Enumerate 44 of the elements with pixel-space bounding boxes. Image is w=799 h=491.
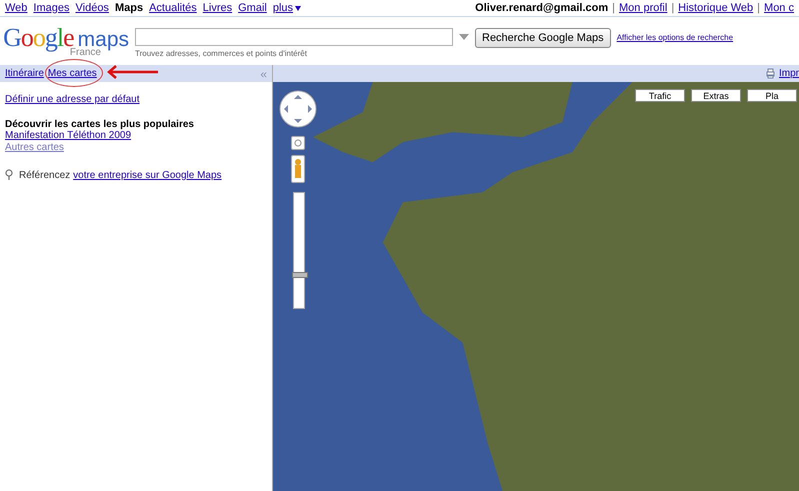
nav-link[interactable]: Gmail	[238, 2, 267, 14]
nav-link[interactable]: Maps	[114, 2, 144, 14]
business-link[interactable]: votre entreprise sur Google Maps	[73, 170, 222, 180]
annotation-circle	[45, 59, 103, 87]
print-link[interactable]: Impr	[779, 68, 799, 79]
search-field[interactable]	[135, 28, 453, 46]
dropdown-caret-icon[interactable]	[459, 34, 469, 40]
center-button[interactable]	[291, 136, 305, 150]
panel-tab[interactable]: Mes cartes	[48, 68, 97, 79]
search-options-link[interactable]: Afficher les options de recherche	[616, 33, 734, 42]
account-link[interactable]: Mon profil	[619, 2, 668, 14]
zoom-slider[interactable]	[293, 192, 305, 309]
nav-link[interactable]: plus	[272, 2, 294, 14]
pin-icon	[5, 169, 13, 181]
nav-link[interactable]: Images	[33, 2, 70, 14]
account-email: Oliver.renard@gmail.com	[475, 2, 608, 14]
section-title: Découvrir les cartes les plus populaires	[5, 119, 195, 130]
nav-link[interactable]: Livres	[202, 2, 232, 14]
printer-icon	[765, 68, 776, 79]
circle-icon	[294, 139, 302, 147]
pan-control[interactable]	[279, 90, 317, 128]
default-address-link[interactable]: Définir une adresse par défaut	[5, 94, 140, 105]
nav-link[interactable]: Actualités	[149, 2, 197, 14]
nav-link[interactable]: Vidéos	[76, 2, 109, 14]
separator: |	[612, 2, 616, 14]
map-type-button[interactable]: Trafic	[635, 89, 685, 102]
street-view-person-icon[interactable]	[291, 155, 305, 183]
map-link[interactable]: Manifestation Téléthon 2009	[5, 130, 132, 141]
annotation-arrow	[106, 65, 160, 79]
nav-link[interactable]: Web	[5, 2, 28, 14]
panel-tab[interactable]: Itinéraire	[5, 68, 44, 79]
search-hint: Trouvez adresses, commerces et points d'intérêt	[135, 49, 308, 58]
map-type-button[interactable]: Extras	[691, 89, 741, 102]
separator: |	[757, 2, 760, 14]
separator: |	[671, 2, 674, 14]
zoom-slider-thumb[interactable]	[292, 272, 308, 278]
search-button[interactable]: Recherche Google Maps	[475, 28, 611, 48]
map-type-button[interactable]: Pla	[747, 89, 797, 102]
caret-icon	[295, 6, 302, 10]
satellite-map[interactable]: Trafic Extras Pla	[273, 82, 799, 491]
map-link[interactable]: Autres cartes	[5, 142, 64, 153]
account-link[interactable]: Historique Web	[678, 2, 754, 14]
business-text: Référencez	[19, 170, 70, 180]
account-link[interactable]: Mon c	[764, 2, 794, 14]
